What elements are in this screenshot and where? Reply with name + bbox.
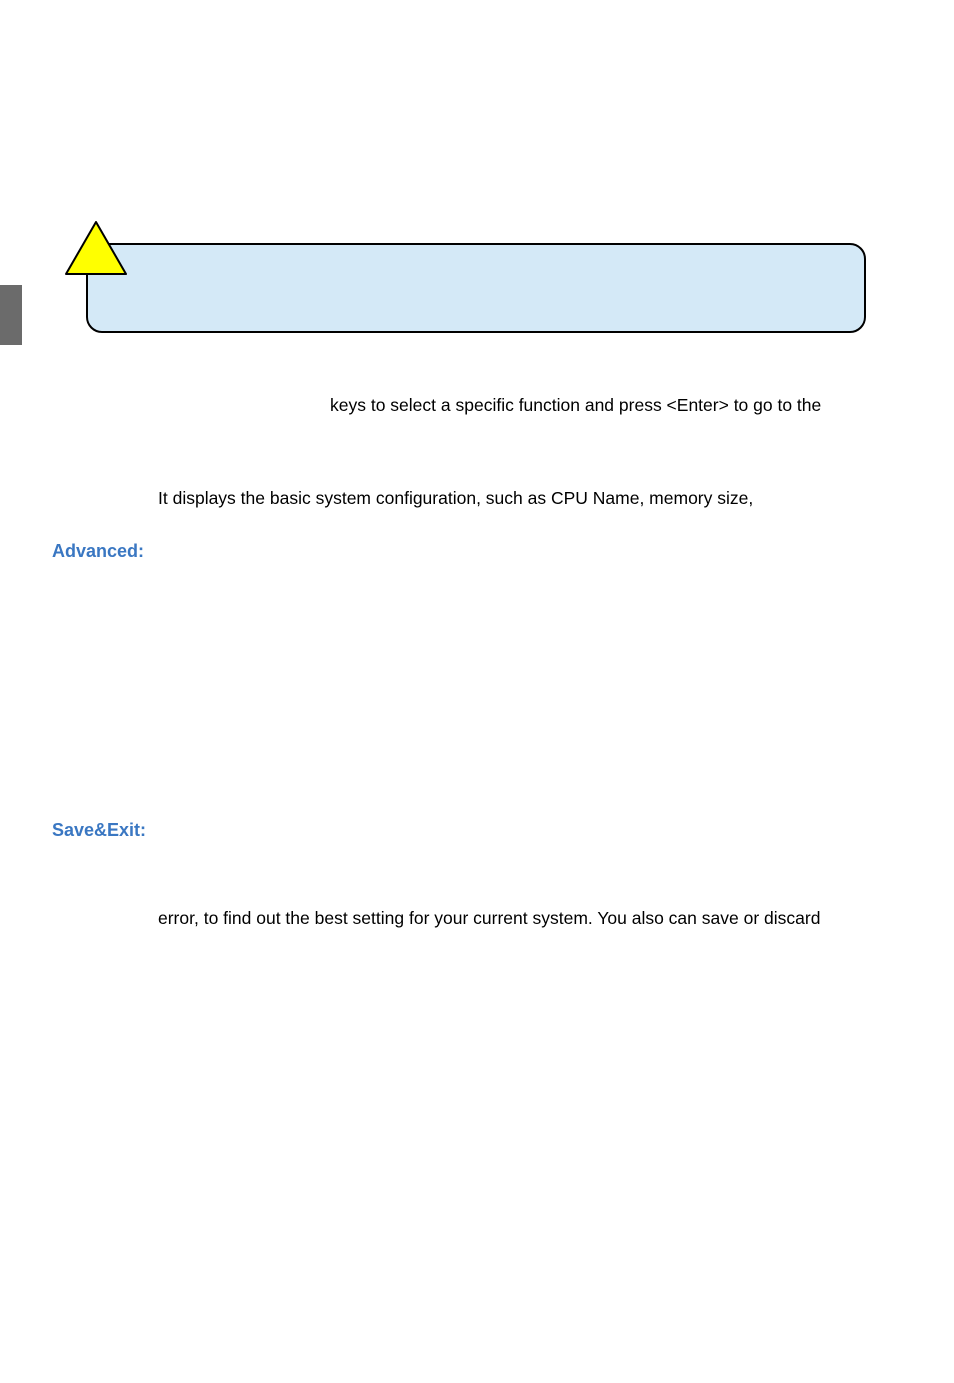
text-fragment-main-desc: It displays the basic system configurati… — [158, 479, 912, 518]
text-fragment-top: keys to select a specific function and p… — [330, 386, 912, 425]
callout-box — [86, 243, 866, 333]
document-page: keys to select a specific function and p… — [0, 0, 954, 1383]
heading-advanced: Advanced: — [52, 539, 912, 564]
caution-triangle-icon — [64, 220, 128, 276]
side-tab — [0, 285, 22, 345]
text-fragment-save-desc: error, to find out the best setting for … — [158, 899, 912, 938]
body-text: keys to select a specific function and p… — [52, 386, 912, 946]
heading-saveexit: Save&Exit: — [52, 818, 912, 843]
